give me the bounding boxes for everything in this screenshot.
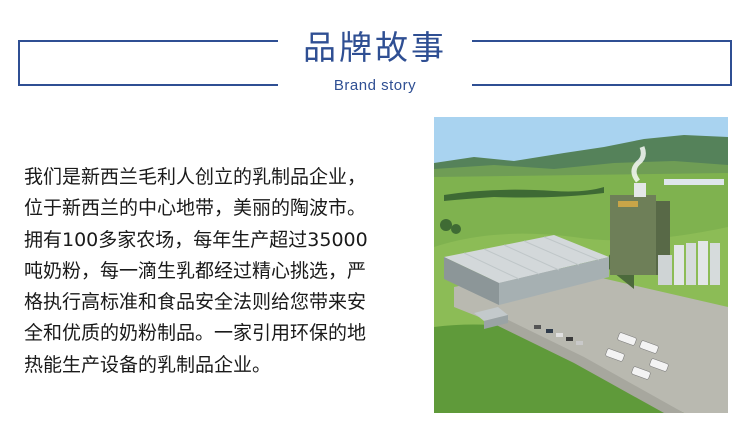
story-line: 位于新西兰的中心地带，美丽的陶波市。: [24, 197, 367, 220]
tower-stack: [634, 183, 646, 197]
factory-photo: [434, 117, 728, 413]
silo: [686, 243, 696, 285]
story-line: 拥有100多家农场，每年生产超过35000: [24, 228, 368, 251]
silo: [710, 243, 720, 285]
story-line: 格执行高标准和食品安全法则给您带来安: [24, 291, 367, 314]
silo: [674, 245, 684, 285]
tank: [658, 255, 672, 285]
tree: [451, 224, 461, 234]
story-line: 全和优质的奶粉制品。一家引用环保的地: [24, 322, 367, 345]
story-line: 吨奶粉，每一滴生乳都经过精心挑选，严: [24, 259, 367, 282]
section-header: 品牌故事 Brand story: [0, 0, 750, 110]
story-line: 热能生产设备的乳制品企业。: [24, 353, 272, 376]
factory-illustration: [434, 117, 728, 413]
brand-story-text: 我们是新西兰毛利人创立的乳制品企业， 位于新西兰的中心地带，美丽的陶波市。 拥有…: [24, 162, 422, 381]
story-line: 我们是新西兰毛利人创立的乳制品企业，: [24, 166, 367, 188]
tree: [440, 219, 452, 231]
distant-building: [664, 179, 724, 185]
tower-sign: [618, 201, 638, 207]
section-subtitle: Brand story: [333, 77, 417, 94]
silo: [698, 241, 708, 285]
section-title: 品牌故事: [303, 28, 447, 67]
